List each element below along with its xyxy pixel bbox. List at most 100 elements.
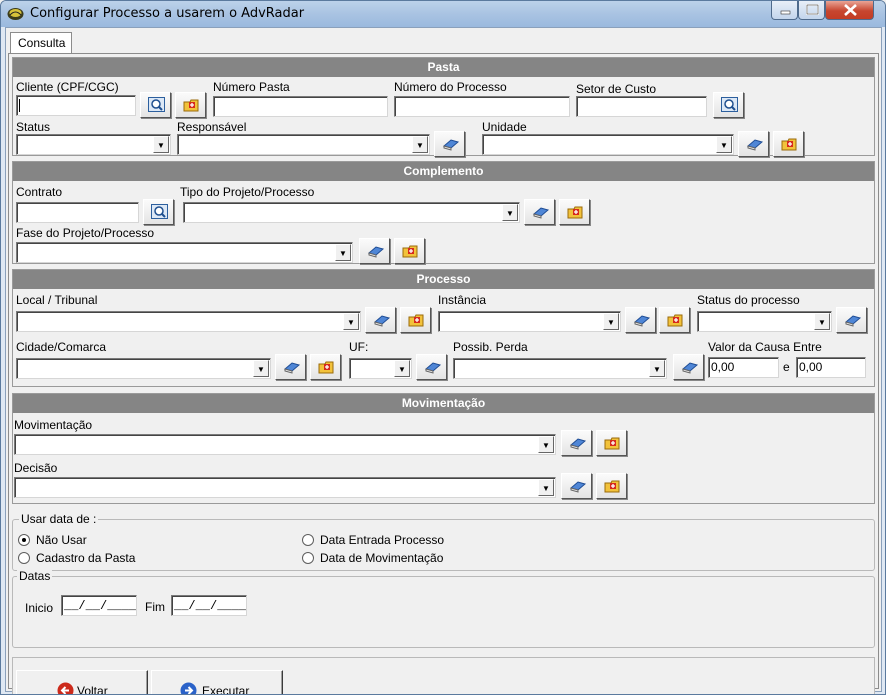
radio-data-entrada-label[interactable]: Data Entrada Processo: [320, 533, 444, 547]
minimize-button[interactable]: [771, 1, 798, 20]
chevron-down-icon[interactable]: ▼: [603, 313, 619, 330]
uf-label: UF:: [349, 340, 369, 354]
uf-select[interactable]: ▼: [349, 358, 412, 379]
local-tribunal-select[interactable]: ▼: [16, 311, 361, 332]
fase-projeto-add-button[interactable]: [394, 238, 425, 264]
cidade-comarca-select[interactable]: ▼: [16, 358, 271, 379]
eraser-clear-icon: [681, 362, 699, 374]
chevron-down-icon[interactable]: ▼: [335, 244, 351, 261]
eraser-clear-icon: [367, 246, 385, 258]
button-bar: Voltar Executar: [12, 657, 875, 695]
unidade-clear-button[interactable]: [738, 131, 769, 157]
radio-nao-usar[interactable]: [18, 534, 30, 546]
cliente-add-button[interactable]: [175, 92, 206, 118]
datas-title: Datas: [17, 569, 53, 583]
instancia-select[interactable]: ▼: [438, 311, 621, 332]
status-processo-select[interactable]: ▼: [697, 311, 832, 332]
voltar-button[interactable]: Voltar: [16, 670, 148, 695]
cliente-search-button[interactable]: [140, 92, 171, 118]
processo-header: Processo: [13, 270, 874, 289]
eraser-clear-icon: [569, 438, 587, 450]
status-select[interactable]: ▼: [16, 134, 171, 155]
folder-add-icon: [318, 361, 334, 374]
fase-projeto-clear-button[interactable]: [359, 238, 390, 264]
local-tribunal-clear-button[interactable]: [365, 307, 396, 333]
executar-button[interactable]: Executar: [151, 670, 283, 694]
tipo-projeto-label: Tipo do Projeto/Processo: [180, 185, 315, 199]
chevron-down-icon[interactable]: ▼: [814, 313, 830, 330]
inicio-date-input[interactable]: __/__/____: [61, 595, 137, 616]
eraser-clear-icon: [424, 362, 442, 374]
setor-custo-search-button[interactable]: [713, 92, 744, 118]
eraser-clear-icon: [373, 315, 391, 327]
tipo-projeto-clear-button[interactable]: [524, 199, 555, 225]
chevron-down-icon[interactable]: ▼: [538, 436, 554, 453]
contrato-search-button[interactable]: [143, 199, 174, 225]
eraser-clear-icon: [633, 315, 651, 327]
unidade-label: Unidade: [482, 120, 527, 134]
chevron-down-icon[interactable]: ▼: [153, 136, 169, 153]
instancia-clear-button[interactable]: [625, 307, 656, 333]
responsavel-clear-button[interactable]: [434, 131, 465, 157]
chevron-down-icon[interactable]: ▼: [716, 136, 732, 153]
title-bar[interactable]: Configurar Processo a usarem o AdvRadar: [1, 1, 885, 27]
main-window: Configurar Processo a usarem o AdvRadar …: [0, 0, 886, 695]
chevron-down-icon[interactable]: ▼: [343, 313, 359, 330]
cidade-comarca-add-button[interactable]: [310, 354, 341, 380]
possib-perda-clear-button[interactable]: [673, 354, 704, 380]
movimentacao-add-button[interactable]: [596, 430, 627, 456]
unidade-select[interactable]: ▼: [482, 134, 734, 155]
movimentacao-select[interactable]: ▼: [14, 434, 556, 455]
chevron-down-icon[interactable]: ▼: [253, 360, 269, 377]
possib-perda-select[interactable]: ▼: [453, 358, 667, 379]
fim-date-input[interactable]: __/__/____: [171, 595, 247, 616]
numero-processo-input[interactable]: [394, 96, 570, 117]
numero-pasta-input[interactable]: [213, 96, 388, 117]
responsavel-select[interactable]: ▼: [177, 134, 430, 155]
usar-data-title: Usar data de :: [19, 512, 99, 526]
usar-data-group: Usar data de : Não Usar Cadastro da Past…: [12, 512, 875, 571]
valor-max-input[interactable]: 0,00: [796, 357, 866, 378]
cliente-input[interactable]: [16, 95, 136, 116]
radio-cadastro-pasta[interactable]: [18, 552, 30, 564]
cidade-comarca-clear-button[interactable]: [275, 354, 306, 380]
radio-nao-usar-label[interactable]: Não Usar: [36, 533, 87, 547]
fase-projeto-select[interactable]: ▼: [16, 242, 353, 263]
magnifier-search-icon: [148, 97, 165, 112]
radio-data-entrada[interactable]: [302, 534, 314, 546]
valor-min-input[interactable]: 0,00: [708, 357, 779, 378]
folder-add-icon: [408, 314, 424, 327]
local-tribunal-add-button[interactable]: [400, 307, 431, 333]
close-button[interactable]: [825, 1, 874, 20]
chevron-down-icon[interactable]: ▼: [502, 204, 518, 221]
setor-custo-input[interactable]: [576, 96, 707, 117]
close-icon: [844, 4, 857, 16]
radio-cadastro-pasta-label[interactable]: Cadastro da Pasta: [36, 551, 135, 565]
contrato-label: Contrato: [16, 185, 63, 199]
valor-causa-label: Valor da Causa Entre: [708, 340, 822, 354]
contrato-input[interactable]: [16, 202, 139, 223]
radio-data-movimentacao[interactable]: [302, 552, 314, 564]
maximize-button[interactable]: [798, 1, 825, 20]
movimentacao-clear-button[interactable]: [561, 430, 592, 456]
chevron-down-icon[interactable]: ▼: [412, 136, 428, 153]
radio-data-movimentacao-label[interactable]: Data de Movimentação: [320, 551, 443, 565]
uf-clear-button[interactable]: [416, 354, 447, 380]
decisao-add-button[interactable]: [596, 473, 627, 499]
voltar-label: Voltar: [77, 684, 108, 695]
tipo-projeto-select[interactable]: ▼: [183, 202, 520, 223]
unidade-add-button[interactable]: [773, 131, 804, 157]
chevron-down-icon[interactable]: ▼: [538, 479, 554, 496]
chevron-down-icon[interactable]: ▼: [649, 360, 665, 377]
decisao-clear-button[interactable]: [561, 473, 592, 499]
tipo-projeto-add-button[interactable]: [559, 199, 590, 225]
tab-consulta[interactable]: Consulta: [10, 32, 72, 54]
decisao-select[interactable]: ▼: [14, 477, 556, 498]
magnifier-search-icon: [721, 97, 738, 112]
status-processo-clear-button[interactable]: [836, 307, 867, 333]
client-area: Consulta Pasta Cliente (CPF/CGC) Número …: [5, 27, 882, 695]
instancia-add-button[interactable]: [659, 307, 690, 333]
folder-add-icon: [781, 138, 797, 151]
status-label: Status: [16, 120, 51, 134]
chevron-down-icon[interactable]: ▼: [394, 360, 410, 377]
